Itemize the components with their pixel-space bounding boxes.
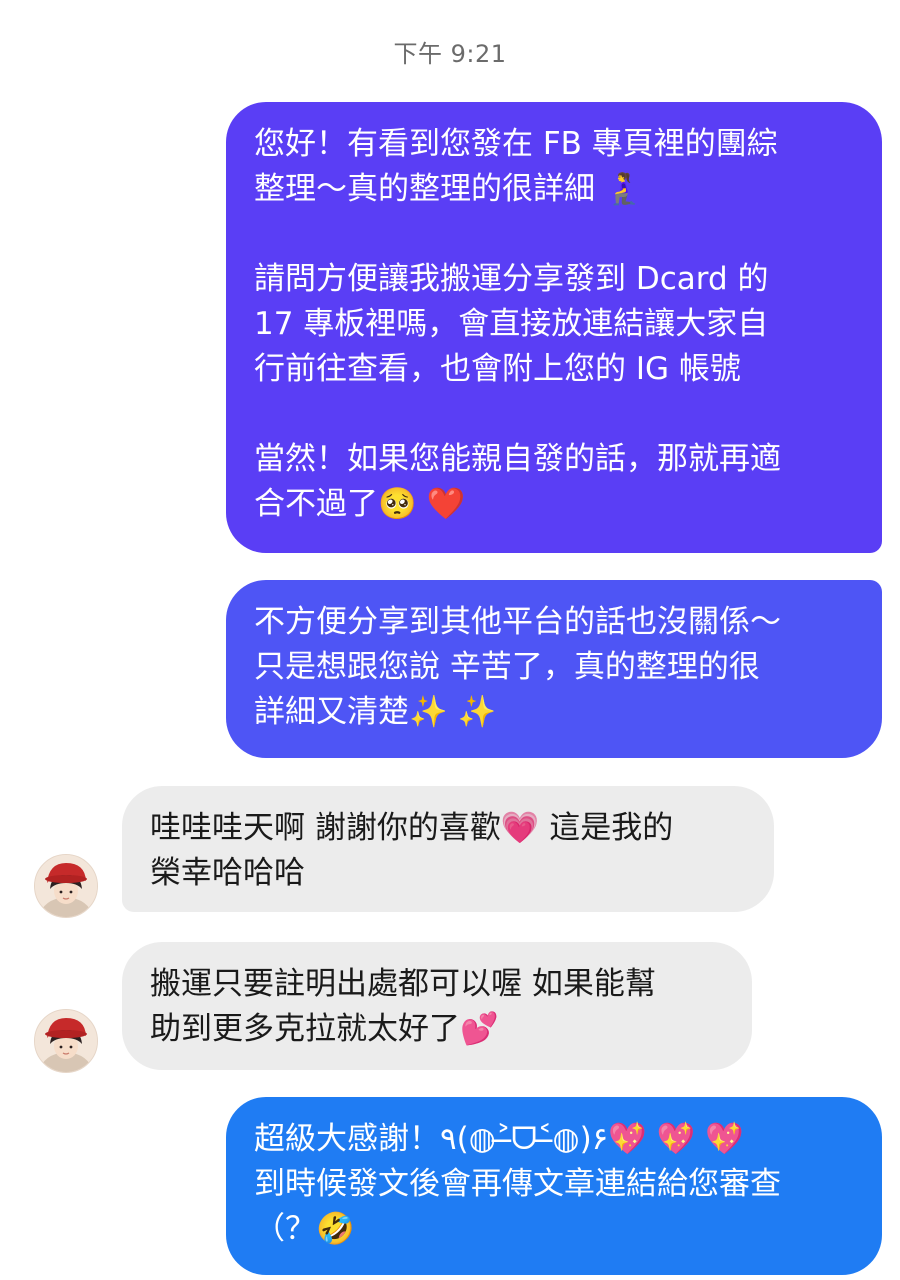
message-text: 超級大感謝！٩(◍˃̶ᗜ˂̶◍)۶💖 💖 💖 到時候發文後會再傳文章連結給您審查… <box>254 1121 781 1247</box>
message-text: 搬運只要註明出處都可以喔 如果能幫 助到更多克拉就太好了💕 <box>150 966 656 1047</box>
sent-message-bubble[interactable]: 超級大感謝！٩(◍˃̶ᗜ˂̶◍)۶💖 💖 💖 到時候發文後會再傳文章連結給您審查… <box>226 1097 882 1275</box>
sent-message-bubble[interactable]: 您好！有看到您發在 FB 專頁裡的團綜 整理～真的整理的很詳細 🧎‍♀️ 請問方… <box>226 102 882 553</box>
message-text: 不方便分享到其他平台的話也沒關係～ 只是想跟您說 辛苦了，真的整理的很 詳細又清… <box>254 604 781 730</box>
user-avatar-icon <box>35 1010 97 1072</box>
timestamp: 下午 9:21 <box>393 40 507 68</box>
user-avatar-icon <box>35 855 97 917</box>
contact-avatar[interactable] <box>34 854 98 918</box>
message-text: 哇哇哇天啊 謝謝你的喜歡💗 這是我的 榮幸哈哈哈 <box>150 810 674 891</box>
message-text: 請問方便讓我搬運分享發到 Dcard 的 17 專板裡嗎，會直接放連結讓大家自 … <box>254 261 769 387</box>
contact-avatar[interactable] <box>34 1009 98 1073</box>
sent-message-bubble[interactable]: 不方便分享到其他平台的話也沒關係～ 只是想跟您說 辛苦了，真的整理的很 詳細又清… <box>226 580 882 758</box>
message-text: 您好！有看到您發在 FB 專頁裡的團綜 整理～真的整理的很詳細 🧎‍♀️ <box>254 126 778 207</box>
received-message-bubble[interactable]: 搬運只要註明出處都可以喔 如果能幫 助到更多克拉就太好了💕 <box>122 942 752 1070</box>
received-message-bubble[interactable]: 哇哇哇天啊 謝謝你的喜歡💗 這是我的 榮幸哈哈哈 <box>122 786 774 912</box>
message-text: 當然！如果您能親自發的話，那就再適 合不過了🥺 ❤️ <box>254 441 781 522</box>
